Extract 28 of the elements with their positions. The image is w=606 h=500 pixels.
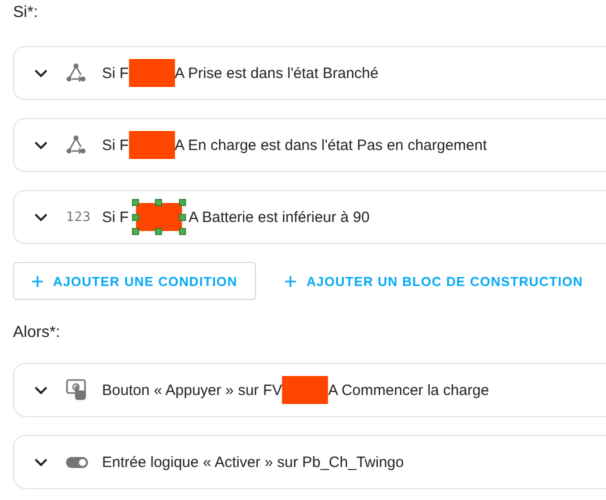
section-label: Si*: (13, 3, 39, 23)
card-title: Bouton « Appuyer » sur FV (102, 382, 282, 398)
nodes-icon (66, 135, 86, 155)
card-title: A Batterie est inférieur à 90 (188, 208, 370, 226)
card-title: Si F (102, 64, 129, 82)
card-title: Si F (102, 136, 129, 154)
card-title: A Prise est dans l'état Branché (174, 64, 378, 82)
chevron-icon[interactable] (34, 458, 48, 466)
automation-card[interactable]: Entrée logique « Activer » sur Pb_Ch_Twingo (13, 435, 606, 489)
chevron-icon[interactable] (34, 386, 48, 394)
automation-card[interactable]: 123 Si F A Batterie est inférieur à 90 (13, 190, 606, 244)
section-label: Alors*: (13, 324, 62, 343)
plus-icon (32, 276, 43, 286)
chevron-icon[interactable] (34, 212, 48, 222)
chevron-icon[interactable] (34, 68, 48, 78)
automation-card[interactable]: Bouton « Appuyer » sur FV A Commencer la charge (13, 363, 606, 417)
number-icon: 123 (66, 210, 91, 224)
nodes-icon (66, 63, 86, 83)
toggle-icon (66, 456, 88, 468)
card-title: A En charge est dans l'état Pas en chargement (174, 136, 487, 154)
card-title: Entrée logique « Activer » sur Pb_Ch_Twingo (102, 454, 404, 470)
touch-screen-icon (66, 379, 88, 401)
card-title: Si F (102, 208, 129, 226)
automation-card[interactable]: Si F A En charge est dans l'état Pas en chargement (13, 118, 606, 172)
chevron-icon[interactable] (34, 140, 48, 150)
card-title: A Commencer la charge (328, 382, 490, 398)
plus-icon (285, 276, 296, 286)
automation-card[interactable]: Si F A Prise est dans l'état Branché (13, 46, 606, 100)
